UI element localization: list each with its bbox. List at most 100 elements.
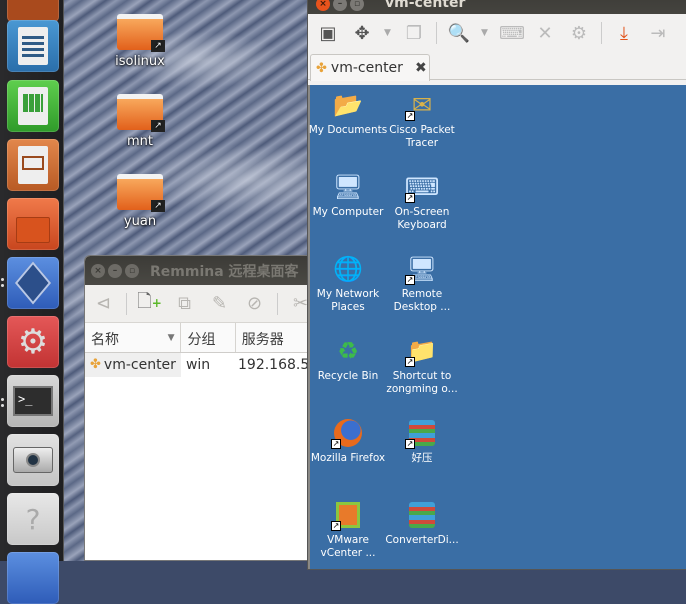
launcher-item-camera[interactable] — [7, 434, 59, 486]
computer-icon: 🖥 — [332, 172, 364, 201]
toolbar-separator — [436, 22, 437, 44]
close-tab-icon[interactable]: ✖ — [415, 60, 427, 76]
switch-window-icon[interactable]: ❐ — [402, 23, 426, 44]
launcher-item-terminal[interactable]: >_ — [7, 375, 59, 427]
folder-icon: ↗ — [117, 94, 165, 132]
desktop-icon-yuan[interactable]: ↗ yuan — [100, 174, 180, 229]
chevron-down-icon[interactable]: ▼ — [481, 28, 489, 38]
chevron-down-icon[interactable]: ▼ — [384, 28, 392, 38]
shortcut-arrow-icon: ↗ — [405, 275, 415, 285]
remote-icon-mozilla-firefox[interactable]: ↗ Mozilla Firefox — [308, 417, 388, 465]
vm-titlebar[interactable]: × – ▫ vm-center — [308, 0, 686, 14]
launcher-item-app[interactable] — [7, 0, 59, 22]
keyboard-icon[interactable]: ⌨ — [499, 23, 525, 44]
tab-vm-center[interactable]: ✤ vm-center ✖ — [310, 54, 430, 81]
shortcut-arrow-icon: ↗ — [331, 439, 341, 449]
folder-documents-icon: 📂 — [333, 90, 363, 119]
session-tabs: ✤ vm-center ✖ — [308, 52, 686, 81]
camera-icon — [13, 447, 53, 473]
preferences-icon[interactable]: ⚙ — [567, 23, 591, 44]
minimize-icon[interactable]: – — [333, 0, 347, 11]
vmware-icon: ↗ — [331, 499, 365, 531]
folder-shortcut-icon: 📁 ↗ — [405, 336, 437, 367]
column-header-server[interactable]: 服务器 — [236, 323, 313, 352]
remote-icon-my-network-places[interactable]: 🌐 My Network Places — [308, 253, 388, 314]
desktop-icon-label: yuan — [123, 214, 157, 229]
scale-icon[interactable]: ✥ — [350, 23, 374, 44]
window-title: Remmina 远程桌面客 — [150, 263, 299, 280]
table-row[interactable]: ✤ vm-center win 192.168.5 — [85, 353, 313, 377]
fullscreen-icon[interactable]: ▣ — [316, 23, 340, 44]
keyboard-icon: ⌨ ↗ — [404, 172, 440, 203]
close-icon[interactable]: × — [91, 263, 105, 278]
close-icon[interactable]: × — [316, 0, 330, 11]
maximize-icon[interactable]: ▫ — [350, 0, 364, 11]
recycle-bin-icon: ♻ — [337, 336, 359, 365]
desktop-icon-isolinux[interactable]: ↗ isolinux — [100, 14, 180, 69]
shortcut-arrow-icon: ↗ — [405, 111, 415, 121]
remote-desktop[interactable]: 📂 My Documents ✉ ↗ Cisco Packet Tracer 🖥 … — [308, 85, 686, 569]
desktop-icon-label: mnt — [127, 134, 153, 149]
connect-icon[interactable]: ⊲ — [91, 293, 116, 314]
column-header-name[interactable]: 名称 ▼ — [85, 323, 182, 352]
shortcut-arrow-icon: ↗ — [331, 521, 341, 531]
launcher-item-software-center[interactable] — [7, 198, 59, 250]
remote-icon-vmware-vcenter[interactable]: ↗ VMware vCenter ... — [308, 499, 388, 560]
remote-icon-converter[interactable]: ConverterDi... — [382, 499, 462, 547]
launcher-item-unknown[interactable]: ? — [7, 493, 59, 545]
delete-icon[interactable]: ⊘ — [242, 293, 267, 314]
launcher-item-writer[interactable] — [7, 20, 59, 72]
toolbar-separator — [126, 292, 127, 315]
vm-toolbar: ▣ ✥ ▼ ❐ 🔍 ▼ ⌨ ✕ ⚙ ⤓ ⇥ — [308, 14, 686, 52]
zoom-icon[interactable]: 🔍 — [447, 23, 471, 44]
maximize-icon[interactable]: ▫ — [125, 263, 139, 278]
launcher-item-partial[interactable] — [7, 552, 59, 604]
remmina-connection-icon: ✤ — [90, 357, 101, 372]
terminal-icon: >_ — [13, 386, 53, 416]
new-connection-icon[interactable]: 🗋+ — [137, 289, 162, 319]
remote-icon-haozip[interactable]: ↗ 好压 — [382, 417, 462, 465]
symlink-arrow-icon: ↗ — [151, 120, 165, 132]
cell-name: ✤ vm-center — [85, 353, 181, 377]
shortcut-arrow-icon: ↗ — [405, 357, 415, 367]
launcher-item-impress[interactable] — [7, 139, 59, 191]
settings-icon: ⚙ — [17, 322, 49, 362]
running-indicator — [1, 398, 4, 401]
remote-icon-my-documents[interactable]: 📂 My Documents — [308, 89, 388, 137]
remote-icon-cisco-packet-tracer[interactable]: ✉ ↗ Cisco Packet Tracer — [382, 89, 462, 150]
remmina-window: × – ▫ Remmina 远程桌面客 ⊲ 🗋+ ⧉ ✎ ⊘ ✂ 名称 ▼ 分组 … — [84, 255, 314, 561]
remote-icon-shortcut-zongming[interactable]: 📁 ↗ Shortcut to zongming o... — [382, 335, 462, 396]
minimize-icon[interactable]: – — [108, 263, 122, 278]
impress-icon — [18, 146, 48, 184]
desktop-icon-mnt[interactable]: ↗ mnt — [100, 94, 180, 149]
toolbar-separator — [601, 22, 602, 44]
launcher-item-calc[interactable] — [7, 80, 59, 132]
firefox-icon: ↗ — [331, 417, 365, 449]
tools-icon[interactable]: ✕ — [533, 23, 557, 44]
remote-icon-recycle-bin[interactable]: ♻ Recycle Bin — [308, 335, 388, 383]
shortcut-arrow-icon: ↗ — [405, 439, 415, 449]
symlink-arrow-icon: ↗ — [151, 40, 165, 52]
remote-icon-my-computer[interactable]: 🖥 My Computer — [308, 171, 388, 219]
folder-icon: ↗ — [117, 14, 165, 52]
folder-icon: ↗ — [117, 174, 165, 212]
archive-books-icon: ↗ — [405, 417, 439, 449]
remmina-titlebar[interactable]: × – ▫ Remmina 远程桌面客 — [85, 256, 313, 285]
minimize-download-icon[interactable]: ⤓ — [612, 23, 636, 44]
cell-server: 192.168.5 — [238, 357, 310, 373]
unity-launcher: ⚙ >_ ? — [0, 0, 64, 604]
shortcut-arrow-icon: ↗ — [405, 193, 415, 203]
column-header-group[interactable]: 分组 — [181, 323, 236, 352]
launcher-item-system-settings[interactable]: ⚙ — [7, 316, 59, 368]
copy-icon[interactable]: ⧉ — [172, 293, 197, 314]
disconnect-icon[interactable]: ⇥ — [646, 23, 670, 44]
remote-icon-remote-desktop[interactable]: 🖥 ↗ Remote Desktop ... — [382, 253, 462, 314]
remmina-toolbar: ⊲ 🗋+ ⧉ ✎ ⊘ ✂ — [85, 285, 313, 323]
toolbar-separator — [277, 292, 279, 315]
remote-icon-on-screen-keyboard[interactable]: ⌨ ↗ On-Screen Keyboard — [382, 171, 462, 232]
edit-icon[interactable]: ✎ — [207, 293, 232, 314]
symlink-arrow-icon: ↗ — [151, 200, 165, 212]
launcher-item-virtualbox[interactable] — [7, 257, 59, 309]
connection-list-header: 名称 ▼ 分组 服务器 — [85, 323, 313, 353]
desktop-icon-label: isolinux — [115, 54, 165, 69]
